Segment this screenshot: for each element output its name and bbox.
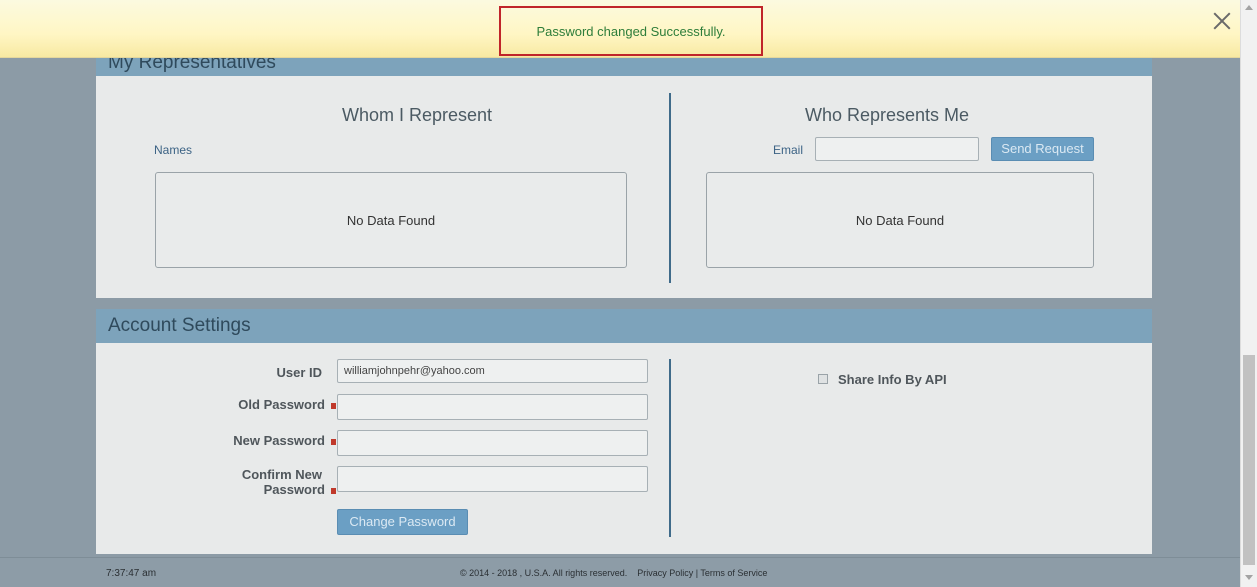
names-label: Names <box>154 143 193 157</box>
old-password-label: Old Password <box>176 397 336 412</box>
who-represents-me-title: Who Represents Me <box>805 105 970 125</box>
share-info-checkbox[interactable] <box>818 374 828 384</box>
scroll-down-icon[interactable] <box>1245 575 1253 580</box>
old-password-input[interactable] <box>337 394 648 420</box>
empty-text: No Data Found <box>855 212 945 228</box>
footer-time: 7:37:47 am <box>106 568 157 579</box>
confirm-password-label-line1: Confirm New <box>241 467 322 482</box>
vertical-scrollbar[interactable] <box>1240 0 1257 587</box>
required-marker <box>331 438 336 445</box>
required-marker <box>331 487 336 494</box>
account-settings-panel: Account Settings User ID williamjohnpehr… <box>96 309 1152 554</box>
representatives-panel: My Representatives Whom I Represent Name… <box>96 40 1152 298</box>
footer-legal: © 2014 - 2018 , U.S.A. All rights reserv… <box>460 568 768 578</box>
toast-message: Password changed Successfully. <box>499 6 763 56</box>
account-settings-header: Account Settings <box>96 309 1152 343</box>
whom-i-represent-list: No Data Found <box>155 172 627 268</box>
user-id-input[interactable]: williamjohnpehr@yahoo.com <box>337 359 648 383</box>
change-password-button[interactable]: Change Password <box>337 509 468 535</box>
empty-text: No Data Found <box>346 212 436 228</box>
divider <box>669 93 671 283</box>
scroll-up-icon[interactable] <box>1245 5 1253 10</box>
user-id-label: User ID <box>276 365 322 380</box>
divider <box>669 359 671 537</box>
required-marker <box>331 402 336 409</box>
confirm-password-input[interactable] <box>337 466 648 492</box>
send-request-button[interactable]: Send Request <box>991 137 1094 161</box>
email-label: Email <box>773 143 804 157</box>
footer: 7:37:47 am © 2014 - 2018 , U.S.A. All ri… <box>0 557 1257 587</box>
email-input[interactable] <box>815 137 979 161</box>
share-info-label: Share Info By API <box>838 372 947 387</box>
scroll-thumb[interactable] <box>1243 355 1255 565</box>
who-represents-me-list: No Data Found <box>706 172 1094 268</box>
page-backdrop: My Representatives Whom I Represent Name… <box>0 0 1257 587</box>
close-icon[interactable] <box>1212 10 1232 30</box>
whom-i-represent-title: Whom I Represent <box>342 105 493 125</box>
toast-notification-bar: Password changed Successfully. <box>0 0 1257 58</box>
new-password-label: New Password <box>176 433 336 448</box>
new-password-input[interactable] <box>337 430 648 456</box>
confirm-password-label-line2: Password <box>176 482 336 497</box>
